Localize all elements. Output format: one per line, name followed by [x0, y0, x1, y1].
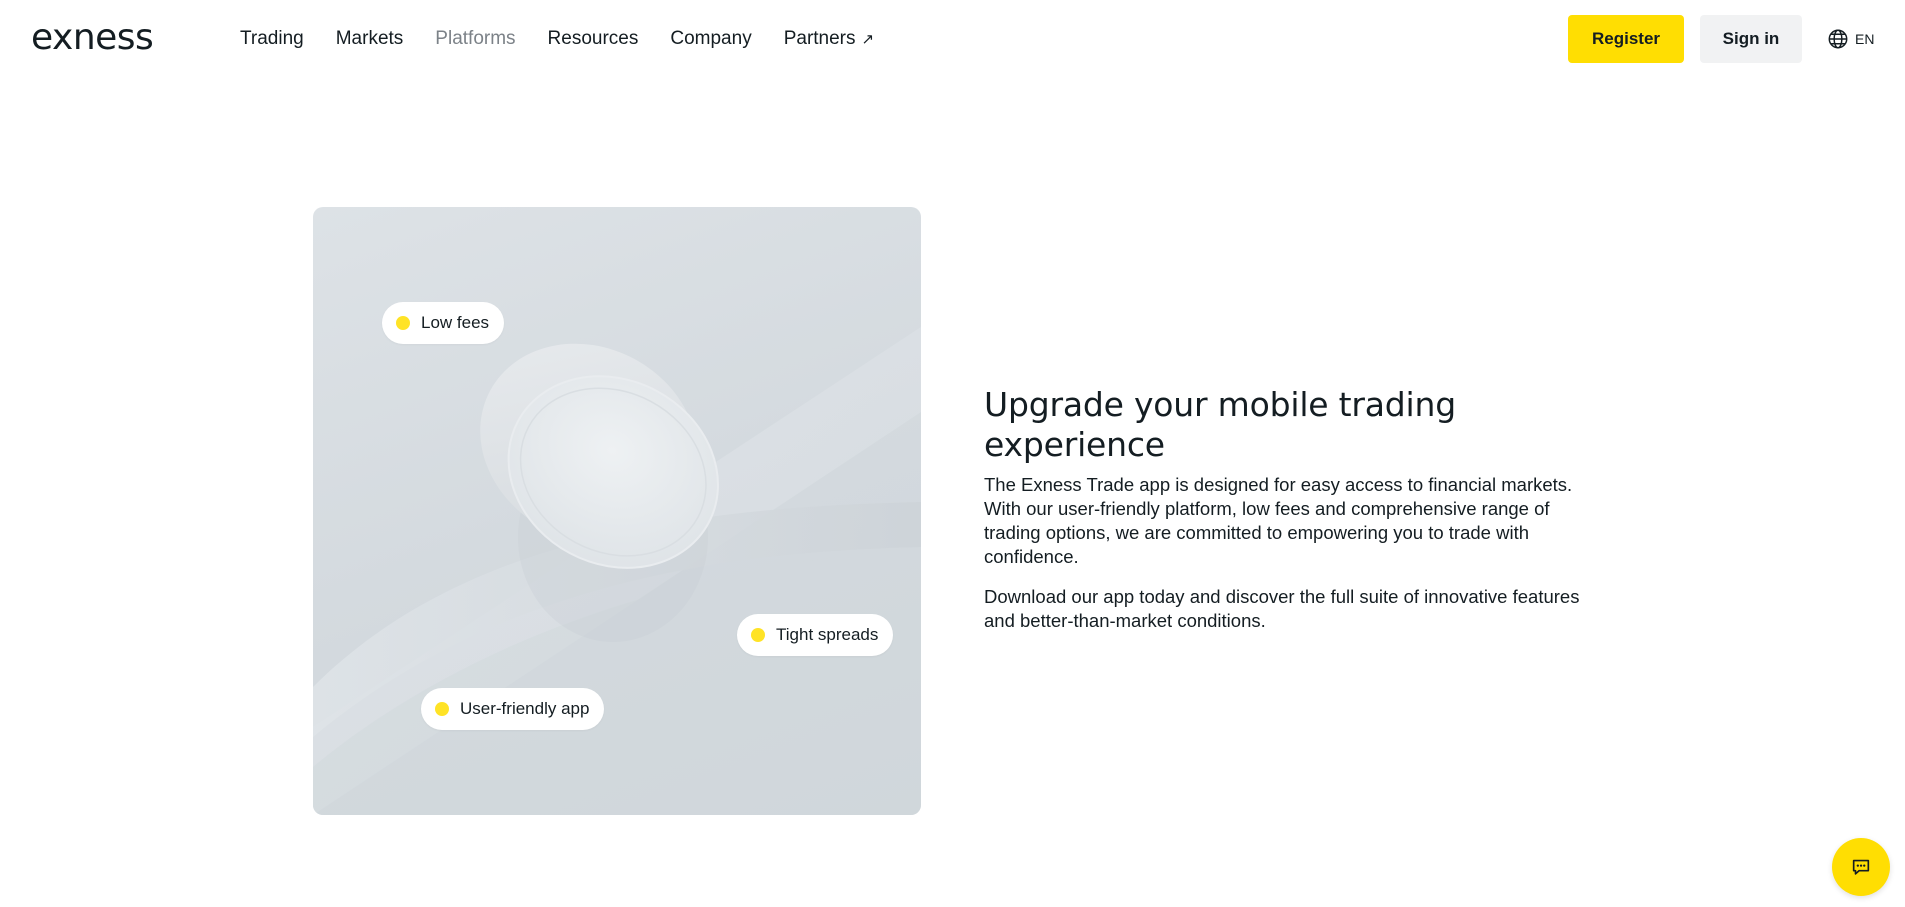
nav-item-platforms[interactable]: Platforms [435, 28, 515, 50]
sign-in-button[interactable]: Sign in [1700, 15, 1802, 63]
nav-item-label: Trading [240, 28, 304, 49]
nav-item-markets[interactable]: Markets [336, 28, 404, 50]
badge-label: Tight spreads [776, 625, 879, 644]
external-arrow-icon: ↗ [861, 30, 875, 48]
section-cta-text: Download our app today and discover the … [984, 586, 1580, 631]
yellow-dot-icon [396, 316, 410, 330]
chat-bubble-icon [1852, 859, 1870, 875]
yellow-dot-icon [435, 702, 449, 716]
main-nav: Trading Markets Platforms Resources Comp… [240, 0, 906, 78]
badge-user-friendly-app: User-friendly app [421, 688, 605, 730]
nav-item-label: Resources [547, 28, 639, 49]
badge-tight-spreads: Tight spreads [737, 614, 894, 656]
nav-item-label: Partners [783, 28, 856, 49]
badge-label: Low fees [421, 313, 490, 332]
nav-item-label: Platforms [435, 28, 516, 49]
section-title: Upgrade your mobile trading experience [984, 385, 1456, 464]
yellow-dot-icon [751, 628, 765, 642]
nav-item-trading[interactable]: Trading [240, 28, 304, 50]
nav-item-label: Company [670, 28, 752, 49]
language-selector[interactable]: EN [1827, 27, 1874, 51]
badge-low-fees: Low fees [382, 302, 505, 344]
nav-item-label: Markets [335, 28, 404, 49]
section-description: The Exness Trade app is designed for eas… [984, 474, 1573, 567]
badge-label: User-friendly app [460, 699, 590, 718]
nav-item-partners[interactable]: Partners ↗ [784, 28, 874, 50]
coin-illustration [313, 327, 921, 815]
language-label: EN [1855, 31, 1875, 47]
chat-button[interactable] [1832, 838, 1890, 896]
app-promo-section: Upgrade your mobile trading experience T… [984, 385, 1604, 633]
site-header: exness Trading Markets Platforms Resourc… [0, 0, 1905, 78]
register-button[interactable]: Register [1568, 15, 1684, 63]
exness-logo[interactable]: exness [31, 16, 154, 60]
hero-image-card: Low fees Tight spreads User-friendly app [313, 207, 921, 815]
nav-item-resources[interactable]: Resources [548, 28, 639, 50]
nav-item-company[interactable]: Company [670, 28, 751, 50]
globe-icon [1828, 29, 1848, 49]
